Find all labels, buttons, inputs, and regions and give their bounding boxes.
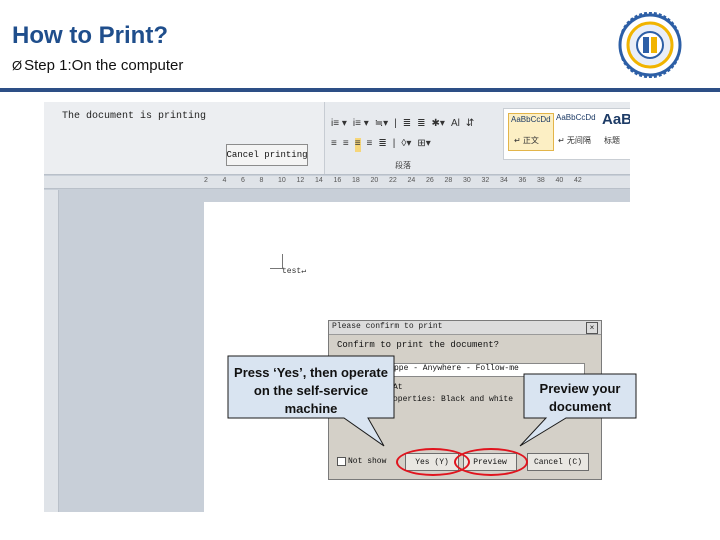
preview-callout-text: Preview your document [539, 381, 621, 414]
callout-layer [227, 355, 637, 447]
yes-callout-text: Press ‘Yes’, then operate on the self-se… [234, 365, 388, 416]
